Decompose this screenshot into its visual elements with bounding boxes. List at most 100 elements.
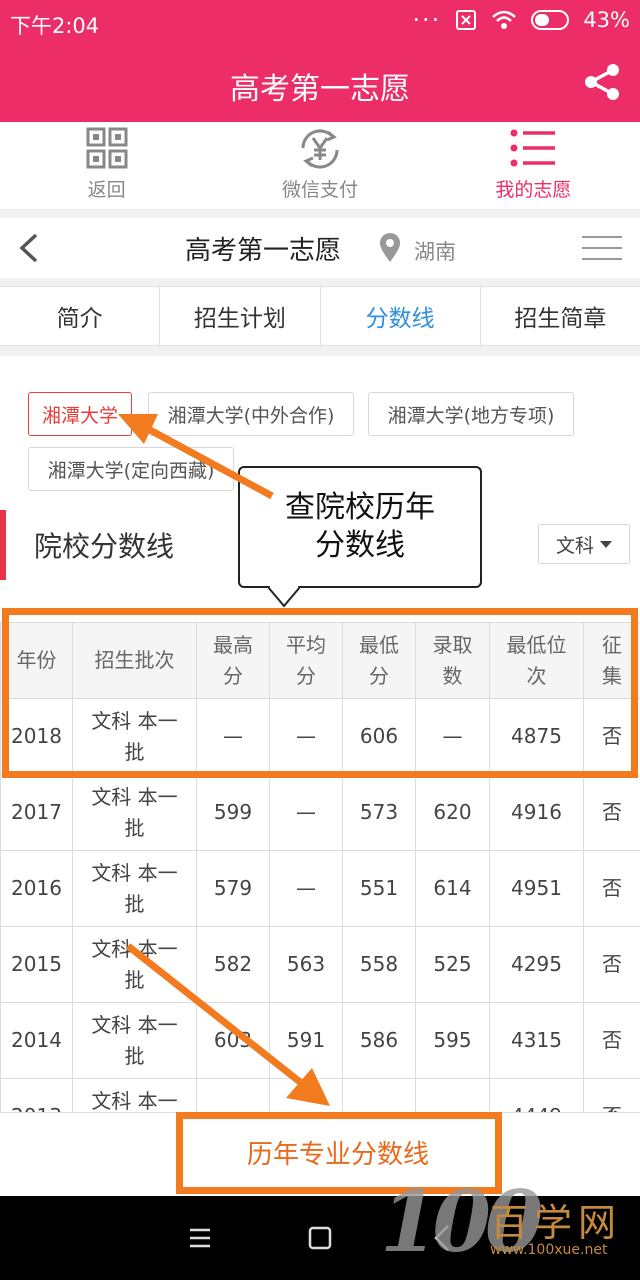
column-header: 最低位次: [489, 622, 584, 699]
bottom-bar: 历年专业分数线: [0, 1112, 640, 1196]
year-cell: 2013: [0, 1078, 73, 1112]
filter-value: 文科: [555, 534, 594, 557]
max-score-cell: [196, 1078, 270, 1112]
max-score-cell: 579: [196, 850, 270, 927]
callout-bubble: 查院校历年 分数线: [238, 466, 482, 588]
batch-cell: 文科 本一批: [72, 774, 197, 851]
table-row: 2014 文科 本一批 603 591 586 595 4315 否: [0, 1002, 640, 1079]
min-score-cell: 551: [342, 850, 416, 927]
column-header: 年份: [0, 622, 73, 699]
min-rank-cell: 4295: [489, 926, 584, 1003]
school-chip[interactable]: 湘潭大学: [28, 392, 132, 436]
supplementary-cell: 否: [583, 926, 640, 1003]
admitted-count-cell: 595: [415, 1002, 490, 1079]
tab-admission-guide[interactable]: 招生简章: [481, 287, 640, 345]
table-row: 2013 文科 本一批 4449 否: [0, 1078, 640, 1112]
share-icon[interactable]: [582, 62, 622, 102]
tab-bar: 简介 招生计划 分数线 招生简章: [0, 286, 640, 346]
avg-score-cell: 591: [269, 1002, 343, 1079]
yen-refresh-icon: [301, 129, 339, 169]
supplementary-cell: 否: [583, 774, 640, 851]
qr-code-icon: [86, 127, 128, 169]
location-label[interactable]: 湖南: [414, 236, 456, 266]
max-score-cell: 599: [196, 774, 270, 851]
tab-intro[interactable]: 简介: [0, 287, 161, 345]
min-rank-cell: 4315: [489, 1002, 584, 1079]
wechat-pay-tool[interactable]: 微信支付: [213, 122, 426, 209]
toolbar-label: 微信支付: [281, 179, 358, 201]
location-pin-icon: [380, 233, 400, 262]
page-title: 高考第一志愿: [185, 236, 342, 266]
sim-icon: [456, 10, 477, 30]
admitted-count-cell: —: [415, 698, 490, 775]
back-arrow-icon[interactable]: [16, 232, 40, 264]
batch-cell: 文科 本一批: [72, 1002, 197, 1079]
batch-cell: 文科 本一批: [72, 698, 197, 775]
subject-filter-dropdown[interactable]: 文科: [538, 524, 630, 564]
min-score-cell: 606: [342, 698, 416, 775]
table-row: 2017 文科 本一批 599 — 573 620 4916 否: [0, 774, 640, 851]
status-time: 下午2:04: [10, 14, 100, 38]
score-table: 年份 招生批次 最高分 平均分 最低分 录取数 最低位次 征集 2018 文科 …: [0, 622, 640, 1112]
page-header: 高考第一志愿 湖南: [0, 218, 640, 278]
toolbar-label: 我的志愿: [495, 179, 572, 201]
school-chip[interactable]: 湘潭大学(定向西藏): [28, 447, 234, 491]
table-header-row: 年份 招生批次 最高分 平均分 最低分 录取数 最低位次 征集: [0, 622, 640, 699]
min-score-cell: 558: [342, 926, 416, 1003]
score-table-wrapper: 年份 招生批次 最高分 平均分 最低分 录取数 最低位次 征集 2018 文科 …: [0, 622, 640, 1112]
column-header: 最低分: [342, 622, 416, 699]
my-choices-tool[interactable]: 我的志愿: [427, 122, 640, 209]
battery-icon: [531, 10, 570, 30]
home-icon[interactable]: [302, 1220, 338, 1256]
school-chip[interactable]: 湘潭大学(地方专项): [368, 392, 574, 436]
max-score-cell: 582: [196, 926, 270, 1003]
recent-apps-icon[interactable]: [182, 1220, 218, 1256]
min-rank-cell: 4875: [489, 698, 584, 775]
toolbar: 返回 微信支付 我的志愿: [0, 122, 640, 210]
column-header: 招生批次: [72, 622, 197, 699]
app-title: 高考第一志愿: [230, 72, 410, 107]
avg-score-cell: 563: [269, 926, 343, 1003]
status-icons: ··· 43%: [412, 8, 630, 32]
year-cell: 2016: [0, 850, 73, 927]
caret-down-icon: [600, 540, 612, 548]
year-cell: 2014: [0, 1002, 73, 1079]
supplementary-cell: 否: [583, 1002, 640, 1079]
callout-line: 查院校历年: [285, 490, 435, 525]
avg-score-cell: —: [269, 850, 343, 927]
avg-score-cell: —: [269, 774, 343, 851]
table-row: 2015 文科 本一批 582 563 558 525 4295 否: [0, 926, 640, 1003]
admitted-count-cell: 525: [415, 926, 490, 1003]
status-bar: 下午2:04 ··· 43%: [0, 0, 640, 44]
year-cell: 2015: [0, 926, 73, 1003]
back-tool[interactable]: 返回: [0, 122, 213, 209]
supplementary-cell: 否: [583, 698, 640, 775]
year-cell: 2017: [0, 774, 73, 851]
school-chip[interactable]: 湘潭大学(中外合作): [148, 392, 354, 436]
admitted-count-cell: [415, 1078, 490, 1112]
column-header: 征集: [583, 622, 640, 699]
more-dots-icon: ···: [412, 6, 442, 34]
supplementary-cell: 否: [583, 1078, 640, 1112]
year-cell: 2018: [0, 698, 73, 775]
batch-cell: 文科 本一批: [72, 850, 197, 927]
table-row: 2018 文科 本一批 — — 606 — 4875 否: [0, 698, 640, 775]
min-score-cell: 573: [342, 774, 416, 851]
toolbar-label: 返回: [87, 179, 126, 201]
min-score-cell: [342, 1078, 416, 1112]
callout-tail: [267, 586, 301, 608]
watermark-name: 百学网: [490, 1201, 623, 1245]
hamburger-menu-icon[interactable]: [582, 236, 622, 262]
batch-cell: 文科 本一批: [72, 1078, 197, 1112]
min-score-cell: 586: [342, 1002, 416, 1079]
max-score-cell: —: [196, 698, 270, 775]
avg-score-cell: —: [269, 698, 343, 775]
column-header: 最高分: [196, 622, 270, 699]
tab-admission-plan[interactable]: 招生计划: [160, 287, 321, 345]
wifi-icon: [492, 10, 517, 29]
min-rank-cell: 4449: [489, 1078, 584, 1112]
tab-score-line[interactable]: 分数线: [321, 287, 481, 345]
max-score-cell: 603: [196, 1002, 270, 1079]
column-header: 录取数: [415, 622, 490, 699]
admitted-count-cell: 620: [415, 774, 490, 851]
